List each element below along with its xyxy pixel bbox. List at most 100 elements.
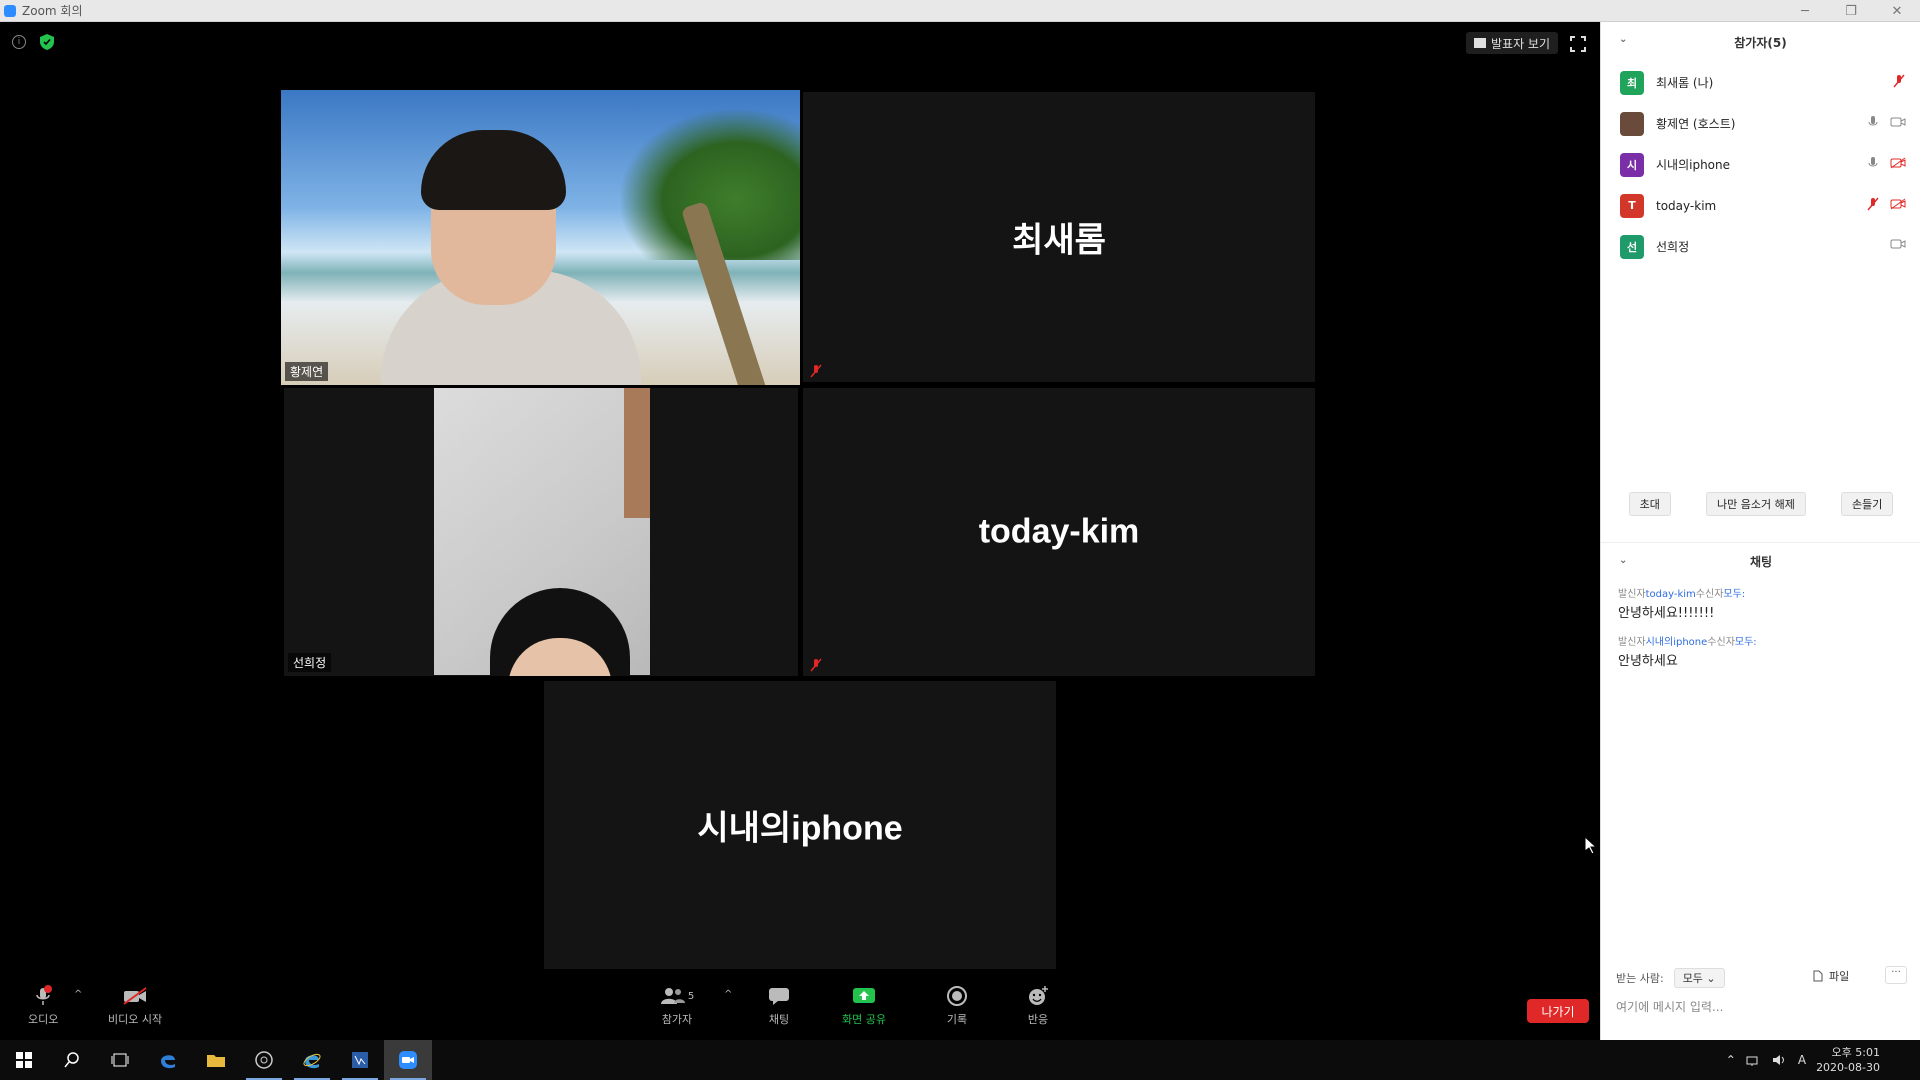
to-label: 받는 사람:: [1616, 972, 1664, 985]
file-explorer-app[interactable]: [192, 1040, 240, 1080]
chat-sender[interactable]: 시내의iphone: [1646, 637, 1708, 648]
chat-recipient-row: 받는 사람: 모두 ⌄ 파일 ···: [1601, 956, 1920, 988]
taskbar-clock[interactable]: 오후 5:01 2020-08-30: [1816, 1045, 1880, 1075]
participants-panel-title: 참가자(5): [1734, 35, 1787, 50]
meeting-info-icon[interactable]: i: [12, 35, 26, 49]
chat-recipient[interactable]: 모두:: [1735, 637, 1757, 648]
chat-message: 발신자today-kim수신자모두: 안녕하세요!!!!!!!: [1601, 579, 1920, 627]
network-icon[interactable]: [1746, 1054, 1762, 1066]
camera-icon: [1890, 117, 1906, 127]
fullscreen-icon[interactable]: [1570, 36, 1586, 52]
chat-label: 채팅: [768, 1013, 790, 1026]
more-options-button[interactable]: ···: [1885, 966, 1907, 984]
chrome-app[interactable]: [240, 1040, 288, 1080]
tray-overflow-chevron-icon[interactable]: ⌃: [1726, 1053, 1736, 1067]
file-button[interactable]: 파일: [1813, 968, 1849, 984]
unmute-me-button[interactable]: 나만 음소거 해제: [1706, 492, 1806, 516]
chat-header: ⌄ 채팅: [1601, 543, 1920, 579]
tile-name-label: 황제연: [285, 362, 329, 381]
record-button[interactable]: 기록: [944, 985, 970, 1027]
start-video-label: 비디오 시작: [108, 1013, 163, 1026]
chat-icon: [769, 988, 789, 1005]
participant-row[interactable]: 시 시내의iphone: [1601, 144, 1920, 185]
recipient-select[interactable]: 모두 ⌄: [1673, 968, 1725, 988]
avatar: 시: [1620, 152, 1644, 177]
camera-off-icon: [1890, 157, 1906, 169]
close-button[interactable]: ✕: [1874, 0, 1920, 22]
name-tile-sinaeui-iphone[interactable]: 시내의iphone: [544, 681, 1056, 969]
participant-name: 황제연 (호스트): [1656, 117, 1736, 131]
chat-message-input[interactable]: 여기에 메시지 입력...: [1616, 998, 1906, 1015]
encryption-shield-icon[interactable]: [40, 34, 54, 50]
participants-label: 참가자: [661, 1013, 693, 1026]
windows-logo-icon: [16, 1052, 32, 1068]
task-view-button[interactable]: [96, 1040, 144, 1080]
chat-footer: 받는 사람: 모두 ⌄ 파일 ··· 여기에 메시지 입력...: [1601, 956, 1920, 1040]
audio-button[interactable]: 오디오: [28, 985, 58, 1027]
avatar: T: [1620, 193, 1644, 218]
restore-button[interactable]: ❐: [1828, 0, 1874, 22]
reactions-button[interactable]: 반응: [1025, 985, 1051, 1027]
door-frame: [624, 388, 650, 518]
reaction-emoji-icon: [1029, 986, 1048, 1005]
muted-mic-icon: [1893, 74, 1905, 88]
record-icon: [947, 986, 967, 1006]
chat-message-text: 안녕하세요!!!!!!!: [1618, 606, 1715, 621]
chat-sender[interactable]: today-kim: [1646, 589, 1696, 600]
leave-meeting-button[interactable]: 나가기: [1527, 999, 1589, 1023]
share-screen-icon: [852, 988, 875, 1003]
audio-label: 오디오: [28, 1013, 59, 1026]
tile-display-name: 최새롬: [1012, 221, 1106, 260]
edge-app[interactable]: [144, 1040, 192, 1080]
chat-button[interactable]: 채팅: [766, 985, 792, 1027]
participants-panel-header: ⌄ 참가자(5): [1601, 22, 1920, 62]
avatar: [1620, 111, 1644, 136]
participant-name: today-kim: [1656, 198, 1717, 213]
muted-mic-icon: [810, 364, 822, 378]
collapse-chevron-icon[interactable]: ⌄: [1619, 34, 1627, 45]
file-icon: [1813, 970, 1823, 982]
participants-button[interactable]: 5 참가자: [657, 985, 697, 1027]
video-tile-hwangjeyeon[interactable]: 황제연: [281, 90, 800, 385]
start-button[interactable]: [0, 1040, 48, 1080]
participants-count: 5: [687, 990, 695, 1002]
zoom-app[interactable]: [384, 1040, 432, 1080]
participant-row[interactable]: 황제연 (호스트): [1601, 103, 1920, 144]
window-title: Zoom 회의: [22, 4, 83, 18]
invite-button[interactable]: 초대: [1628, 492, 1671, 516]
chat-recipient[interactable]: 모두:: [1723, 589, 1745, 600]
mic-icon: [1868, 157, 1878, 167]
window-titlebar: Zoom 회의 ─ ❐ ✕: [0, 0, 1920, 22]
participant-name: 시내의iphone: [1656, 158, 1731, 172]
chat-message: 발신자시내의iphone수신자모두: 안녕하세요: [1601, 627, 1920, 675]
chat-title: 채팅: [1749, 554, 1773, 569]
name-tile-today-kim[interactable]: today-kim: [803, 388, 1315, 676]
participant-row[interactable]: 선 선희정: [1601, 226, 1920, 267]
system-tray: ⌃ A 오후 5:01 2020-08-30: [1726, 1040, 1880, 1080]
raise-hand-button[interactable]: 손들기: [1841, 492, 1894, 516]
video-off-icon: [123, 987, 147, 1005]
start-video-button[interactable]: 비디오 시작: [108, 985, 162, 1027]
muted-mic-icon: [1867, 197, 1879, 211]
avatar: 최: [1620, 70, 1644, 95]
input-language-indicator[interactable]: A: [1798, 1053, 1806, 1067]
app-window[interactable]: [336, 1040, 384, 1080]
participants-options-caret-icon[interactable]: ^: [724, 989, 732, 1000]
share-screen-button[interactable]: 화면 공유: [842, 985, 886, 1027]
collapse-chevron-icon[interactable]: ⌄: [1619, 555, 1627, 566]
video-tile-seonhuijeong[interactable]: 선희정: [284, 388, 798, 676]
volume-icon[interactable]: [1772, 1054, 1788, 1066]
tile-display-name: today-kim: [978, 512, 1140, 551]
chat-message-meta: 발신자today-kim수신자모두:: [1618, 589, 1746, 600]
internet-explorer-app[interactable]: [288, 1040, 336, 1080]
speaker-view-button[interactable]: 발표자 보기: [1466, 32, 1559, 54]
participant-row[interactable]: T today-kim: [1601, 185, 1920, 226]
minimize-button[interactable]: ─: [1782, 0, 1828, 22]
audio-options-caret-icon[interactable]: ^: [74, 989, 82, 1000]
name-tile-choisaerom[interactable]: 최새롬: [803, 92, 1315, 382]
muted-mic-icon: [810, 658, 822, 672]
participant-row[interactable]: 최 최새롬 (나): [1601, 62, 1920, 103]
share-screen-label: 화면 공유: [842, 1013, 886, 1026]
microphone-icon: [36, 985, 53, 1005]
search-button[interactable]: [48, 1040, 96, 1080]
